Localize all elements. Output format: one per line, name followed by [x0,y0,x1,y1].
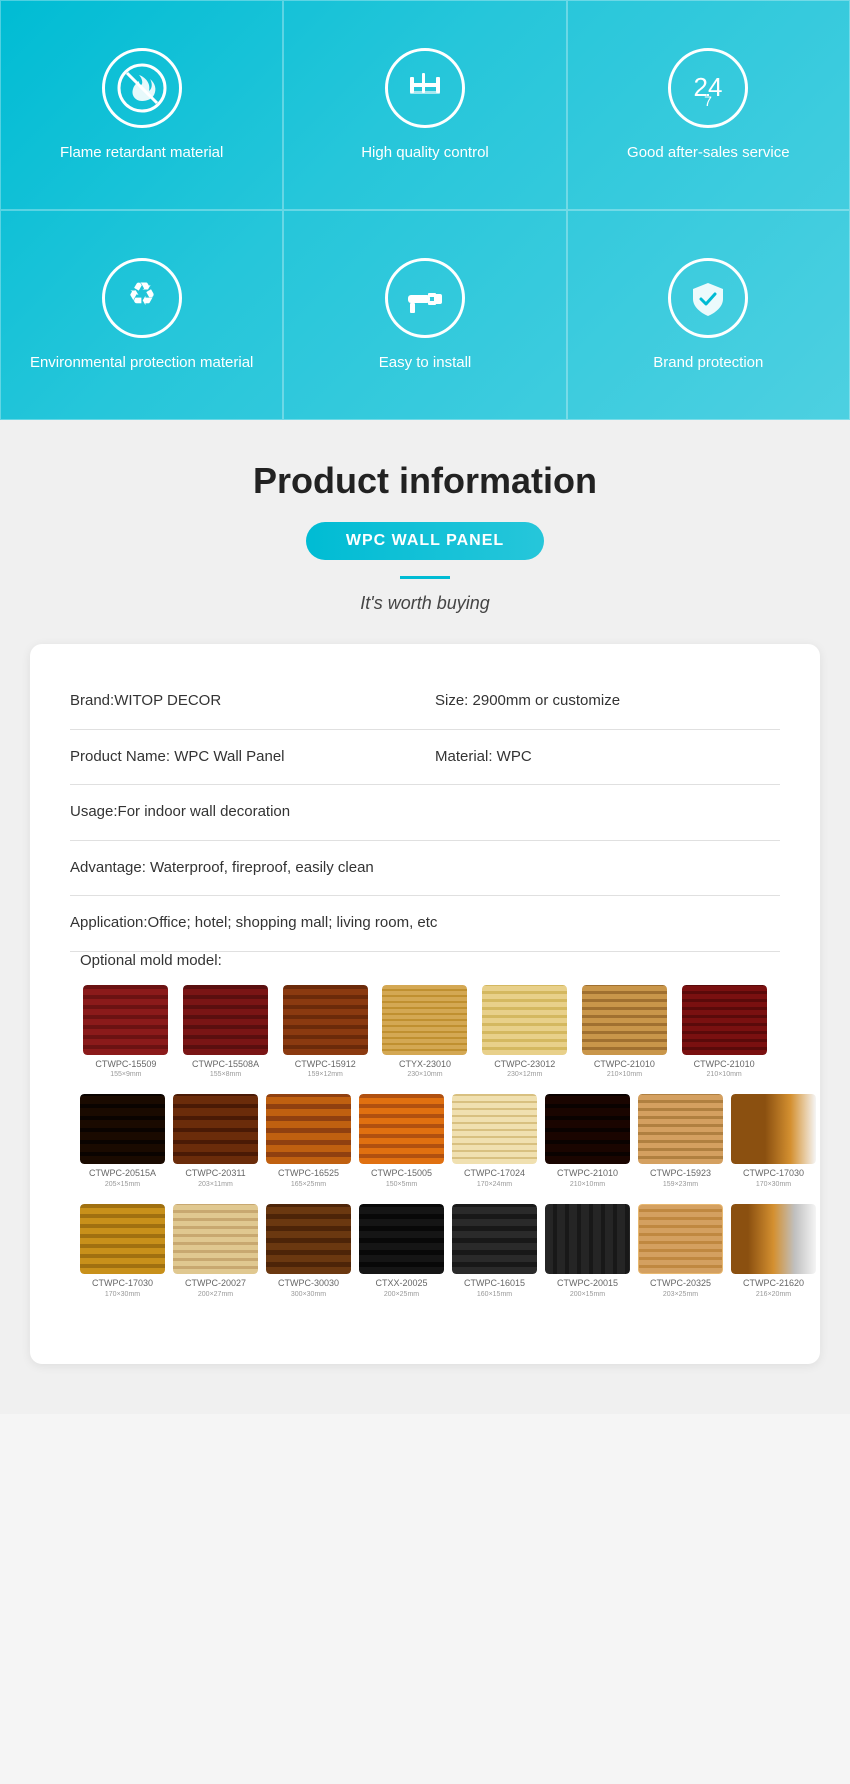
list-item: CTWPC-17024 170×24mm [452,1094,537,1188]
banner-section: Flame retardant material High quality co… [0,0,850,420]
list-item: CTWPC-21010 210×10mm [678,985,770,1079]
section-title: Product information [20,460,830,502]
environmental-label: Environmental protection material [30,352,253,373]
brand-value: Brand:WITOP DECOR [70,690,415,713]
products-section: Optional mold model: CTWPC-15509 155×9mm… [70,952,780,1334]
application-value: Application:Office; hotel; shopping mall… [70,914,437,931]
list-item: CTWPC-20515A 205×15mm [80,1094,165,1188]
product-info-content: Product information WPC WALL PANEL It's … [20,460,830,1364]
data-row-usage: Usage:For indoor wall decoration [70,785,780,841]
list-item: CTWPC-21010 210×10mm [545,1094,630,1188]
product-row-1: CTWPC-15509 155×9mm CTWPC-15508A 155×8mm… [80,985,770,1079]
quality-control-label: High quality control [361,142,489,163]
list-item: CTWPC-20325 203×25mm [638,1204,723,1298]
list-item: CTYX-23010 230×10mm [379,985,471,1079]
list-item: CTWPC-17030 170×30mm [731,1094,816,1188]
data-row-brand: Brand:WITOP DECOR Size: 2900mm or custom… [70,674,780,730]
list-item: CTWPC-23012 230×12mm [479,985,571,1079]
no-fire-icon [102,48,182,128]
optional-label: Optional mold model: [80,952,770,969]
list-item: CTWPC-15923 159×23mm [638,1094,723,1188]
product-name-value: Product Name: WPC Wall Panel [70,746,415,769]
list-item: CTWPC-16015 160×15mm [452,1204,537,1298]
wpc-badge: WPC WALL PANEL [306,522,544,560]
flame-retardant-label: Flame retardant material [60,142,223,163]
product-info-section: Product information WPC WALL PANEL It's … [0,420,850,1414]
usage-value: Usage:For indoor wall decoration [70,803,290,820]
banner-cell-flame-retardant: Flame retardant material [0,0,283,210]
list-item: CTWPC-20015 200×15mm [545,1204,630,1298]
banner-cell-brand-protection: Brand protection [567,210,850,420]
easy-install-label: Easy to install [379,352,472,373]
list-item: CTWPC-15005 150×5mm [359,1094,444,1188]
list-item: CTWPC-20027 200×27mm [173,1204,258,1298]
product-row-2: CTWPC-20515A 205×15mm CTWPC-20311 203×11… [80,1094,770,1188]
data-row-application: Application:Office; hotel; shopping mall… [70,896,780,952]
subtitle: It's worth buying [20,593,830,614]
teal-divider [400,576,450,579]
banner-cell-after-sales: 24 7 Good after-sales service [567,0,850,210]
list-item: CTWPC-21010 210×10mm [579,985,671,1079]
svg-text:♻: ♻ [127,276,156,312]
caliper-icon [385,48,465,128]
data-row-product-name: Product Name: WPC Wall Panel Material: W… [70,730,780,786]
banner-cell-environmental: ♻ Environmental protection material [0,210,283,420]
data-card: Brand:WITOP DECOR Size: 2900mm or custom… [30,644,820,1364]
list-item: CTWPC-15509 155×9mm [80,985,172,1079]
advantage-value: Advantage: Waterproof, fireproof, easily… [70,859,374,876]
list-item: CTWPC-15912 159×12mm [279,985,371,1079]
drill-icon [385,258,465,338]
banner-cell-quality-control: High quality control [283,0,566,210]
brand-protection-label: Brand protection [653,352,763,373]
headset-icon: 24 7 [668,48,748,128]
product-row-3: CTWPC-17030 170×30mm CTWPC-20027 200×27m… [80,1204,770,1298]
list-item: CTWPC-30030 300×30mm [266,1204,351,1298]
shield-check-icon [668,258,748,338]
list-item: CTWPC-15508A 155×8mm [180,985,272,1079]
list-item: CTWPC-20311 203×11mm [173,1094,258,1188]
after-sales-label: Good after-sales service [627,142,790,163]
size-value: Size: 2900mm or customize [435,690,780,713]
list-item: CTXX-20025 200×25mm [359,1204,444,1298]
recycle-icon: ♻ [102,258,182,338]
banner-cell-easy-install: Easy to install [283,210,566,420]
material-value: Material: WPC [435,746,780,769]
data-row-advantage: Advantage: Waterproof, fireproof, easily… [70,841,780,897]
list-item: CTWPC-17030 170×30mm [80,1204,165,1298]
list-item: CTWPC-16525 165×25mm [266,1094,351,1188]
list-item: CTWPC-21620 216×20mm [731,1204,816,1298]
